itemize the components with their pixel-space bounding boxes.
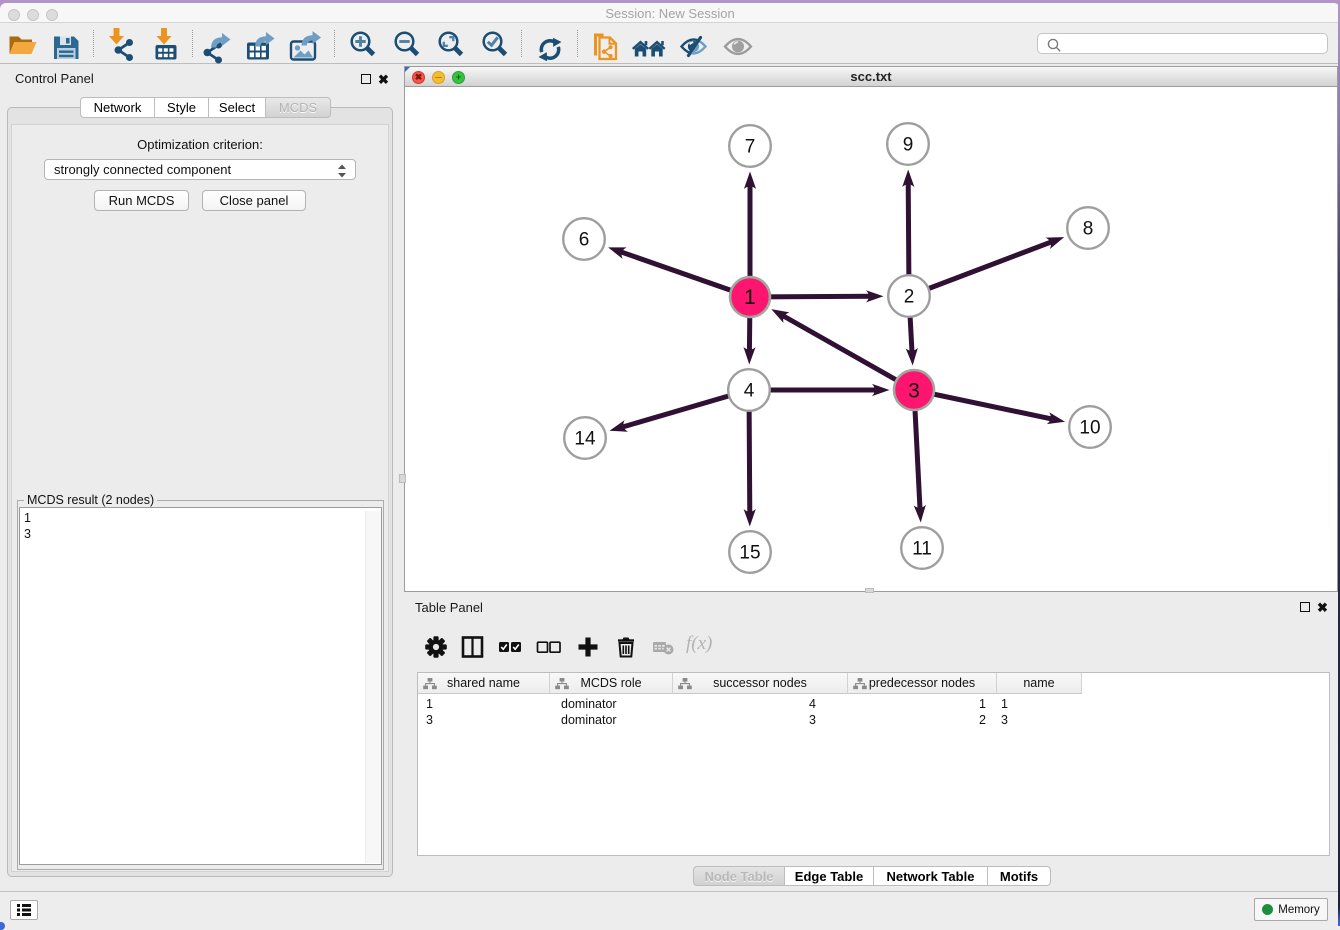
svg-text:6: 6	[579, 230, 590, 251]
svg-text:11: 11	[912, 539, 932, 560]
svg-text:1: 1	[744, 286, 756, 309]
svg-text:15: 15	[739, 543, 760, 564]
svg-text:3: 3	[908, 380, 920, 403]
svg-text:2: 2	[904, 287, 915, 308]
svg-text:4: 4	[744, 381, 755, 402]
svg-text:14: 14	[574, 429, 596, 450]
svg-text:8: 8	[1083, 219, 1094, 240]
svg-text:7: 7	[745, 137, 756, 158]
svg-text:10: 10	[1079, 418, 1100, 439]
svg-text:9: 9	[903, 135, 914, 156]
